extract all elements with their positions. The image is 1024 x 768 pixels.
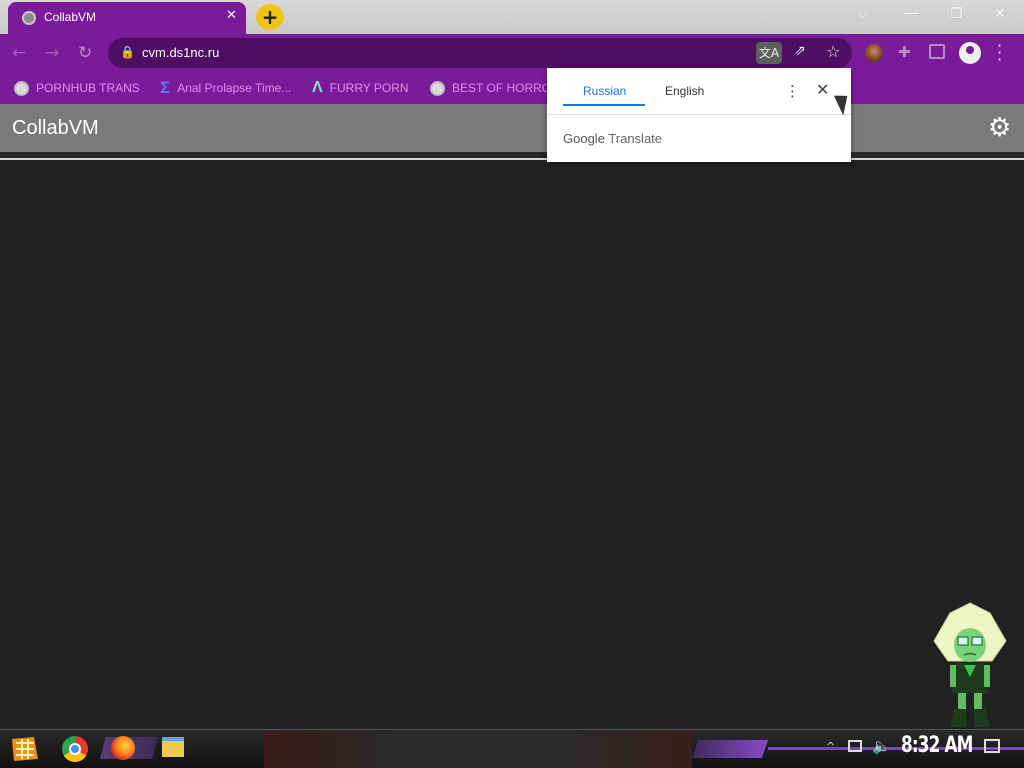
bookmark-label: Anal Prolapse Time...	[177, 81, 292, 95]
address-bar[interactable]: 🔒 cvm.ds1nc.ru 文A ⇗ ☆	[108, 38, 852, 68]
globe-icon	[22, 11, 36, 25]
active-tab-indicator	[563, 104, 645, 106]
back-arrow-icon[interactable]: ←	[12, 43, 26, 63]
extensions-puzzle-icon[interactable]: ✚	[898, 43, 911, 61]
taskbar-open-windows[interactable]	[264, 731, 692, 768]
tab-close-icon[interactable]: ✕	[226, 8, 237, 23]
notifications-icon[interactable]	[984, 739, 1000, 753]
chrome-icon[interactable]	[62, 736, 88, 762]
brand-translate: Translate	[608, 131, 663, 146]
start-button[interactable]	[10, 733, 40, 763]
tab-search-icon[interactable]: ⌵	[857, 6, 868, 22]
reload-icon[interactable]: ↻	[78, 43, 92, 63]
file-explorer-icon[interactable]	[162, 737, 184, 757]
bookmarks-bar: PORNHUB TRANS Σ Anal Prolapse Time... Λ …	[0, 72, 1024, 104]
network-icon[interactable]	[848, 740, 862, 752]
taskbar-decor	[692, 740, 768, 758]
bookmark-item[interactable]: Σ Anal Prolapse Time...	[160, 78, 291, 98]
tray-chevron-icon[interactable]: ^	[826, 740, 835, 753]
firefox-icon[interactable]	[111, 736, 135, 760]
desktop-character	[933, 602, 1007, 727]
volume-icon[interactable]: 🔈	[872, 737, 891, 755]
bookmark-label: PORNHUB TRANS	[36, 81, 140, 95]
tab-russian[interactable]: Russian	[583, 84, 626, 98]
tab-strip: CollabVM ✕ + ⌵ — ❐ ✕	[0, 0, 1024, 34]
side-panel-icon[interactable]	[929, 44, 945, 59]
share-icon[interactable]: ⇗	[794, 43, 806, 59]
restore-button[interactable]: ❐	[950, 6, 963, 22]
globe-icon	[14, 80, 29, 96]
translate-icon[interactable]: 文A	[756, 42, 782, 64]
lambda-icon: Λ	[312, 79, 323, 96]
sigma-icon: Σ	[160, 78, 171, 97]
translate-popup: Russian English ⋮ ✕ Google Translate	[547, 68, 851, 162]
more-options-icon[interactable]: ⋮	[785, 82, 800, 100]
bookmark-item[interactable]: Λ FURRY PORN	[312, 78, 409, 98]
app-header: CollabVM ⚙	[0, 104, 1024, 152]
gear-icon[interactable]: ⚙	[988, 113, 1011, 143]
close-icon[interactable]: ✕	[816, 80, 829, 99]
tab-english[interactable]: English	[665, 84, 704, 98]
more-menu-icon[interactable]: · · ·	[997, 38, 1002, 68]
lock-icon[interactable]: 🔒	[120, 45, 135, 59]
brand-google: Google	[563, 131, 605, 146]
new-tab-button[interactable]: +	[256, 4, 284, 30]
app-title[interactable]: CollabVM	[12, 117, 99, 140]
taskbar-clock[interactable]: 8:32 AM	[901, 733, 973, 758]
header-divider-line	[0, 158, 1024, 160]
tab-title: CollabVM	[44, 10, 97, 24]
extension-avatar-icon[interactable]	[865, 44, 883, 62]
bookmark-star-icon[interactable]: ☆	[826, 42, 840, 61]
popup-divider	[547, 114, 851, 115]
browser-tab[interactable]: CollabVM ✕	[8, 2, 246, 34]
profile-avatar-icon[interactable]	[959, 42, 981, 64]
globe-icon	[430, 80, 445, 96]
close-window-button[interactable]: ✕	[994, 6, 1006, 22]
url-text[interactable]: cvm.ds1nc.ru	[142, 45, 219, 60]
google-translate-brand: Google Translate	[563, 131, 662, 146]
forward-arrow-icon[interactable]: →	[45, 43, 59, 63]
bookmark-item[interactable]: PORNHUB TRANS	[14, 78, 140, 98]
bookmark-item[interactable]: BEST OF HORRO	[430, 78, 551, 98]
minimize-button[interactable]: —	[903, 3, 919, 22]
bookmark-label: FURRY PORN	[329, 81, 409, 95]
bookmark-label: BEST OF HORRO	[452, 81, 552, 95]
